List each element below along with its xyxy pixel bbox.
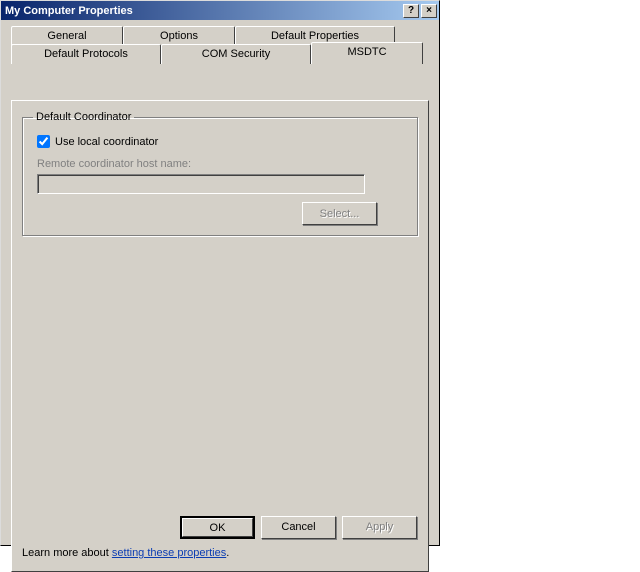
- tab-options[interactable]: Options: [123, 26, 235, 46]
- use-local-coordinator-label: Use local coordinator: [55, 136, 158, 148]
- tab-strip: General Options Default Properties Defau…: [7, 26, 433, 64]
- question-icon: ?: [408, 6, 414, 16]
- select-row: Select...: [33, 202, 407, 225]
- use-local-coordinator-checkbox[interactable]: [37, 135, 50, 148]
- window-title: My Computer Properties: [5, 5, 401, 17]
- dialog-window: My Computer Properties ? × General Optio…: [0, 0, 440, 546]
- learn-more-suffix: .: [226, 547, 229, 559]
- dialog-footer: OK Cancel Apply: [1, 512, 439, 542]
- close-icon: ×: [426, 6, 432, 16]
- client-area: General Options Default Properties Defau…: [1, 20, 439, 542]
- title-bar: My Computer Properties ? ×: [1, 1, 439, 20]
- tab-page-msdtc: Default Coordinator Use local coordinato…: [11, 100, 429, 572]
- ok-button[interactable]: OK: [180, 516, 255, 539]
- group-legend: Default Coordinator: [33, 111, 134, 123]
- tab-row-2: Default Protocols COM Security MSDTC: [11, 44, 423, 64]
- cancel-button[interactable]: Cancel: [261, 516, 336, 539]
- select-button: Select...: [302, 202, 377, 225]
- tab-com-security[interactable]: COM Security: [161, 44, 311, 64]
- tab-general[interactable]: General: [11, 26, 123, 46]
- remote-host-label: Remote coordinator host name:: [37, 158, 407, 170]
- use-local-coordinator-row: Use local coordinator: [37, 135, 407, 148]
- close-button[interactable]: ×: [421, 4, 437, 18]
- help-button[interactable]: ?: [403, 4, 419, 18]
- remote-host-input: [37, 174, 365, 194]
- group-default-coordinator: Default Coordinator Use local coordinato…: [22, 111, 418, 236]
- learn-more-link[interactable]: setting these properties: [112, 547, 226, 559]
- apply-button: Apply: [342, 516, 417, 539]
- learn-more-prefix: Learn more about: [22, 547, 112, 559]
- tab-msdtc[interactable]: MSDTC: [311, 42, 423, 64]
- tab-default-protocols[interactable]: Default Protocols: [11, 44, 161, 64]
- learn-more: Learn more about setting these propertie…: [22, 547, 229, 559]
